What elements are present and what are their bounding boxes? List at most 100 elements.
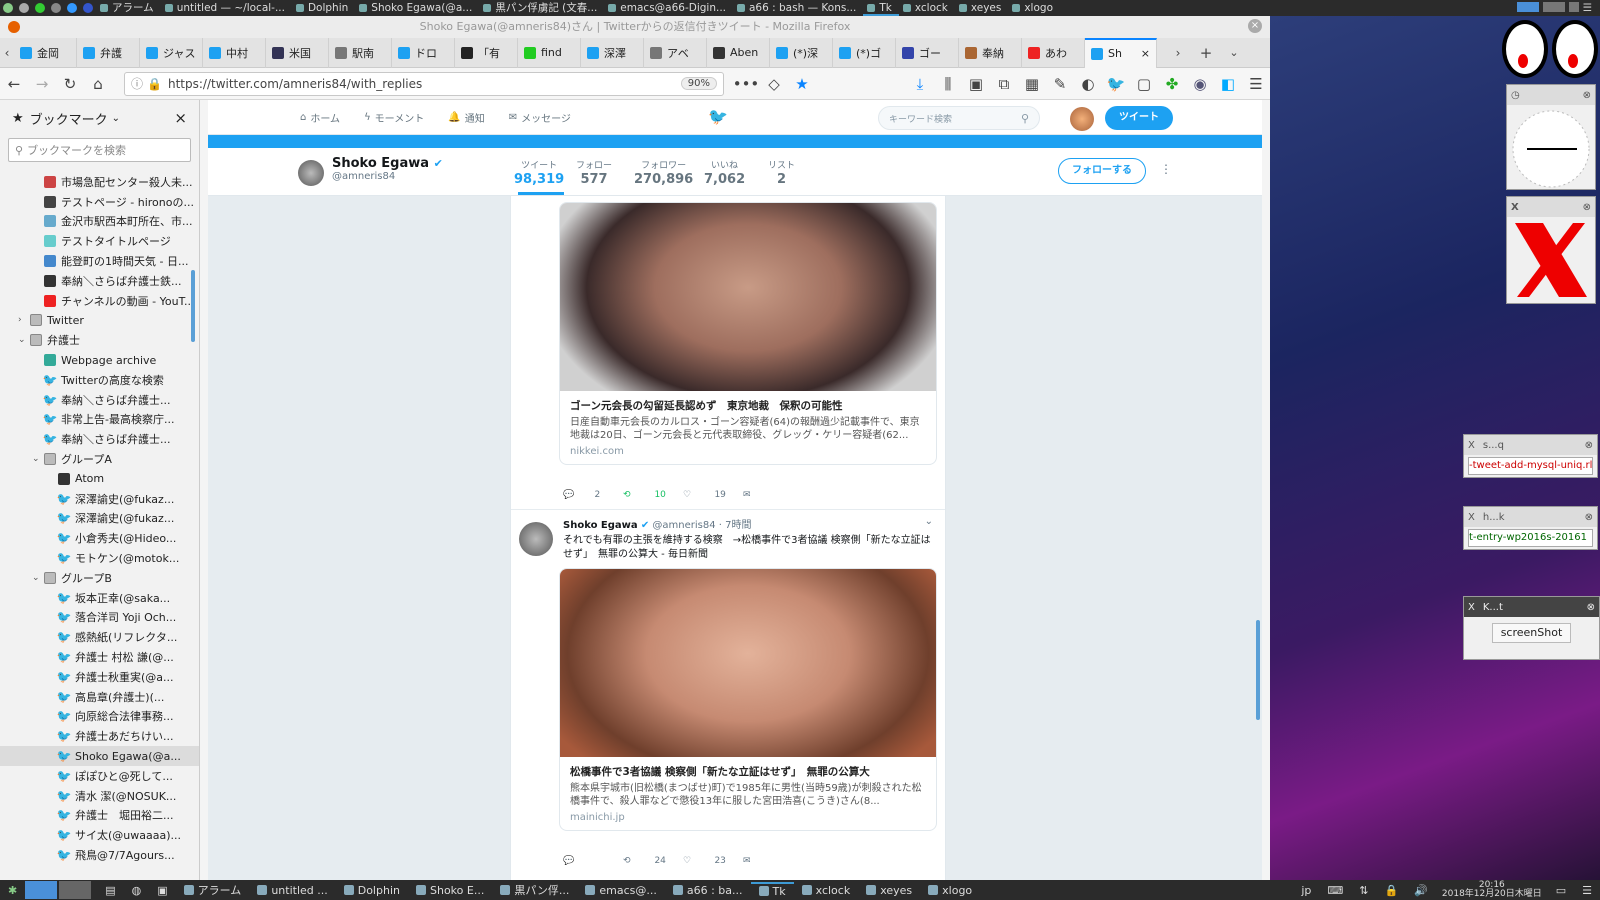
launcher-icon[interactable]: ✱: [0, 884, 25, 897]
twitter-logo-icon[interactable]: 🐦: [708, 107, 728, 126]
bookmark-item[interactable]: 🐦 清水 潔(@NOSUK...: [0, 786, 199, 806]
bottom-task-item[interactable]: xlogo: [920, 882, 980, 898]
pager-desktop-1[interactable]: [1516, 2, 1539, 12]
show-desktop-icon[interactable]: ▭: [1548, 884, 1574, 897]
network-icon[interactable]: ⇅: [1351, 884, 1376, 897]
like-button[interactable]: ♡ 19: [683, 490, 743, 500]
bottom-task-item[interactable]: a66 : ba...: [665, 882, 751, 898]
browser-tab[interactable]: アベ: [644, 37, 707, 68]
reply-button[interactable]: 💬: [563, 856, 623, 866]
bookmark-item[interactable]: 🐦 サイ太(@uwaaaa)...: [0, 825, 199, 845]
profile-avatar[interactable]: [298, 160, 324, 186]
chevron-down-icon[interactable]: ⌄: [32, 573, 44, 583]
pager-desktop-3[interactable]: [1568, 2, 1579, 12]
bookmark-search-input[interactable]: ⚲ ブックマークを検索: [8, 138, 191, 162]
url-bar[interactable]: ⓘ 🔒 https://twitter.com/amneris84/with_r…: [124, 71, 724, 96]
profile-stat[interactable]: リスト 2: [768, 158, 795, 187]
browser-tab[interactable]: find: [518, 37, 581, 68]
leaf-icon[interactable]: ✤: [1158, 70, 1186, 98]
bookmark-item[interactable]: 🐦 Twitterの高度な検索: [0, 370, 199, 390]
profile-handle[interactable]: @amneris84: [332, 171, 443, 182]
bookmark-item[interactable]: チャンネルの動画 - YouT...: [0, 291, 199, 311]
screenshot-button[interactable]: screenShot: [1492, 623, 1571, 643]
mini-window-2[interactable]: Xh...k ⊗ t-entry-wp2016s-20161: [1463, 506, 1598, 550]
terminal-icon[interactable]: ▣: [149, 884, 175, 897]
browser-tab[interactable]: (*)ゴ: [833, 37, 896, 68]
bookmark-item[interactable]: 🐦 落合洋司 Yoji Och...: [0, 608, 199, 628]
reply-button[interactable]: 💬 2: [563, 490, 623, 500]
bookmark-item[interactable]: › Twitter: [0, 311, 199, 331]
tweet-button[interactable]: ツイート: [1105, 106, 1173, 130]
bookmark-item[interactable]: 🐦 弁護士 堀田裕二...: [0, 806, 199, 826]
nav-notifications[interactable]: 🔔 通知: [448, 110, 484, 125]
bottom-task-item[interactable]: Tk: [750, 882, 794, 898]
account-icon[interactable]: ◉: [1186, 70, 1214, 98]
pager-desktop-2[interactable]: [1542, 2, 1565, 12]
bottom-task-item[interactable]: Dolphin: [336, 882, 408, 898]
mini-window-1[interactable]: Xs...q ⊗ -tweet-add-mysql-uniq.rl: [1463, 434, 1598, 478]
nav-messages[interactable]: ✉ メッセージ: [509, 110, 571, 125]
forward-icon[interactable]: →: [28, 70, 56, 98]
browser-tab[interactable]: 「有: [455, 37, 518, 68]
browser-tab[interactable]: Aben: [707, 37, 770, 68]
link-card[interactable]: 松橋事件で3者協議 検察側「新たな立証はせず」 無罪の公算大 熊本県宇城市(旧松…: [559, 568, 937, 831]
extension-icon[interactable]: ◐: [1074, 70, 1102, 98]
sidebar-title[interactable]: ブックマーク: [30, 109, 108, 128]
browser-tab[interactable]: Sh ×: [1085, 37, 1157, 68]
chevron-down-icon[interactable]: ⌄: [18, 335, 30, 345]
sidebar-toggle-icon[interactable]: ▣: [962, 70, 990, 98]
chevron-down-icon[interactable]: ⌄: [32, 454, 44, 464]
tweet-avatar[interactable]: [519, 522, 553, 556]
browser-tab[interactable]: あわ: [1022, 37, 1085, 68]
profile-stat[interactable]: いいね 7,062: [704, 158, 745, 187]
downloads-icon[interactable]: ⤓: [906, 70, 934, 98]
search-icon[interactable]: ⚲: [1021, 112, 1029, 125]
follow-button[interactable]: フォローする: [1058, 158, 1146, 184]
zoom-indicator[interactable]: 90%: [680, 77, 717, 90]
browser-tab[interactable]: 米国: [266, 37, 329, 68]
bottom-task-item[interactable]: xeyes: [858, 882, 920, 898]
chevron-right-icon[interactable]: ›: [18, 315, 30, 325]
chevron-down-icon[interactable]: ⌄: [112, 113, 120, 124]
bookmark-item[interactable]: 🐦 モトケン(@motok...: [0, 548, 199, 568]
tab-list-icon[interactable]: ⌄: [1220, 39, 1248, 67]
bookmark-item[interactable]: 能登町の1時間天気 - 日...: [0, 251, 199, 271]
tweet-author[interactable]: Shoko Egawa: [563, 520, 638, 531]
browser-tab[interactable]: 金岡: [14, 37, 77, 68]
close-icon[interactable]: ⊗: [1585, 440, 1593, 451]
file-manager-icon[interactable]: ▤: [97, 884, 123, 897]
back-icon[interactable]: ←: [0, 70, 28, 98]
bookmark-item[interactable]: テストタイトルページ: [0, 231, 199, 251]
more-options-icon[interactable]: ⋮: [1160, 162, 1172, 176]
bookmark-item[interactable]: 🐦 深澤諭史(@fukaz...: [0, 489, 199, 509]
top-task-item[interactable]: Dolphin: [292, 0, 355, 16]
top-task-item[interactable]: untitled — ~/local-...: [161, 0, 292, 16]
chevron-down-icon[interactable]: ⌄: [925, 516, 933, 527]
top-task-item[interactable]: xclock: [899, 0, 955, 16]
bookmark-item[interactable]: Webpage archive: [0, 350, 199, 370]
close-icon[interactable]: ⊗: [1583, 90, 1591, 101]
bookmark-star-icon[interactable]: ★: [788, 70, 816, 98]
profile-stat[interactable]: フォロワー 270,896: [634, 158, 693, 187]
dm-button[interactable]: ✉: [743, 856, 803, 866]
window-close-icon[interactable]: ×: [1248, 19, 1262, 33]
bookmark-item[interactable]: 🐦 非常上告-最高検察庁...: [0, 410, 199, 430]
page-scrollbar[interactable]: [1256, 620, 1260, 720]
browser-tab[interactable]: ドロ: [392, 37, 455, 68]
bookmark-item[interactable]: 🐦 小倉秀夫(@Hideo...: [0, 528, 199, 548]
bottom-task-item[interactable]: emacs@...: [577, 882, 665, 898]
bookmark-item[interactable]: 🐦 奉納＼さらば弁護士...: [0, 390, 199, 410]
browser-tab[interactable]: ジャス: [140, 37, 203, 68]
close-icon[interactable]: ⊗: [1585, 512, 1593, 523]
top-task-item[interactable]: a66 : bash — Kons...: [733, 0, 863, 16]
menu-icon[interactable]: ☰: [1583, 2, 1592, 14]
nav-moments[interactable]: ϟ モーメント: [364, 110, 424, 125]
bottom-task-item[interactable]: Shoko E...: [408, 882, 492, 898]
bookmark-item[interactable]: Atom: [0, 469, 199, 489]
clock[interactable]: 20:16 2018年12月20日木曜日: [1436, 881, 1548, 899]
mini-window-3[interactable]: X K...t ⊗ screenShot: [1463, 596, 1600, 660]
tab-scroll-right-icon[interactable]: ›: [1164, 39, 1192, 67]
keyboard-icon[interactable]: ⌨: [1319, 884, 1351, 897]
xclock-window[interactable]: ◷ ⊗: [1506, 84, 1596, 190]
avatar[interactable]: [1070, 107, 1094, 131]
